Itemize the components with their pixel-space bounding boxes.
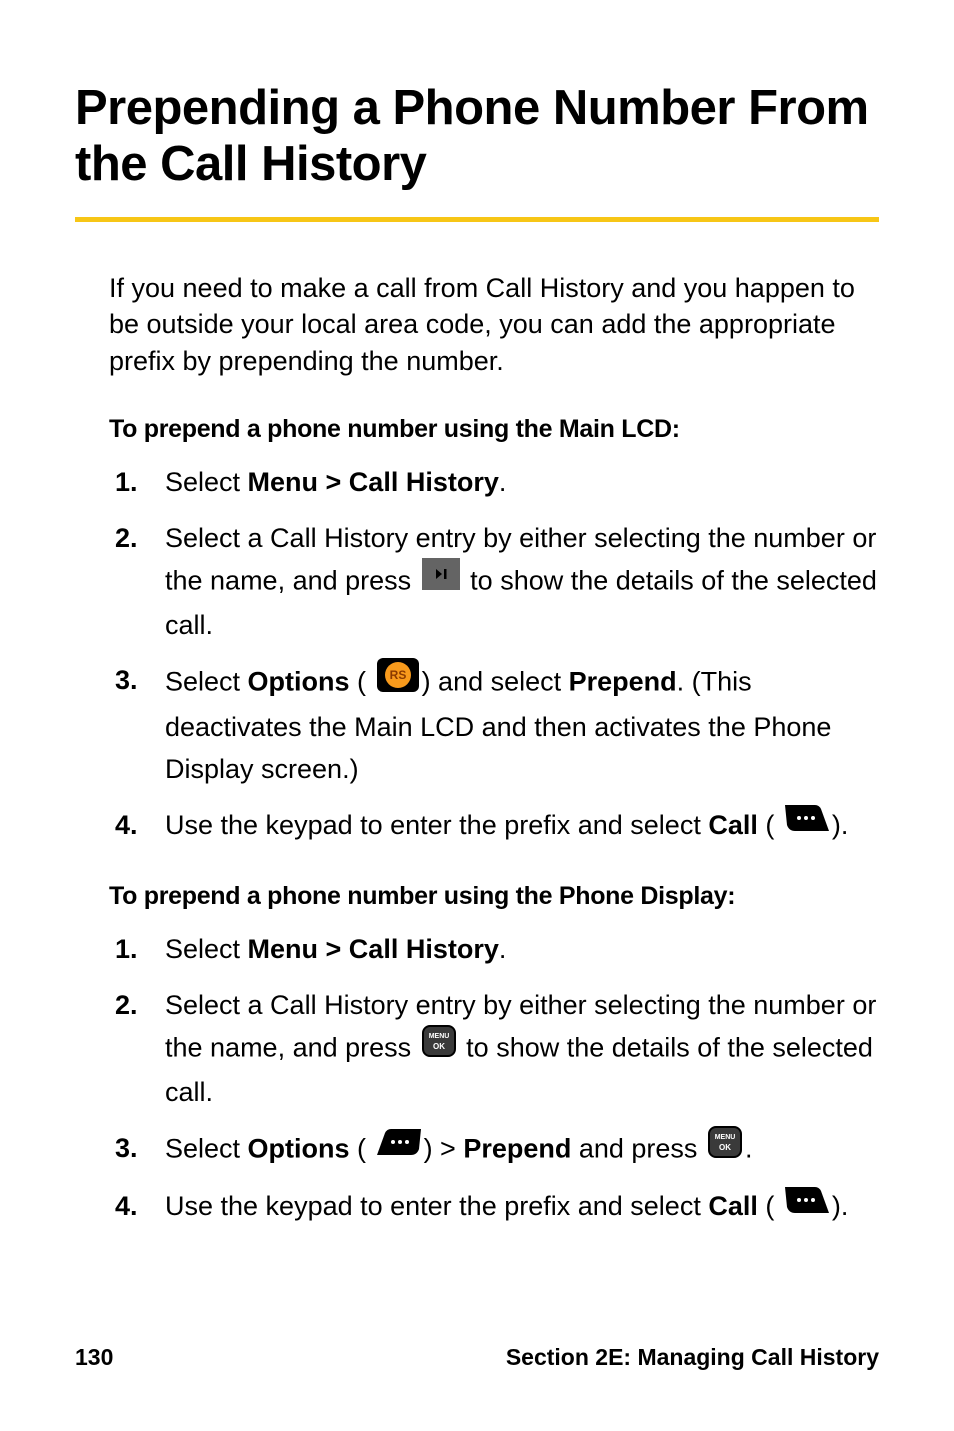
rs-softkey-icon: RS bbox=[377, 658, 419, 705]
footer-page-number: 130 bbox=[75, 1344, 113, 1371]
list-item: 1. Select Menu > Call History. bbox=[165, 929, 879, 971]
section2-heading: To prepend a phone number using the Phon… bbox=[75, 882, 879, 911]
list-item: 3. Select Options ( ) > Prepend and pres… bbox=[165, 1128, 879, 1173]
step-bold: Prepend bbox=[463, 1133, 571, 1163]
step-bold: Options bbox=[248, 667, 350, 697]
step-number: 4. bbox=[115, 1186, 138, 1228]
footer-section-label: Section 2E: Managing Call History bbox=[506, 1344, 879, 1371]
page-title: Prepending a Phone Number From the Call … bbox=[75, 80, 879, 193]
step-text: ) > bbox=[424, 1133, 464, 1163]
list-item: 3. Select Options ( RS ) and select Prep… bbox=[165, 660, 879, 791]
step-number: 2. bbox=[115, 518, 138, 560]
svg-text:MENU: MENU bbox=[428, 1033, 449, 1040]
svg-text:OK: OK bbox=[719, 1143, 731, 1152]
step-number: 4. bbox=[115, 805, 138, 847]
step-text: ). bbox=[832, 810, 849, 840]
menu-ok-icon: MENU OK bbox=[422, 1025, 456, 1070]
step-bold: Options bbox=[248, 1133, 350, 1163]
list-item: 4. Use the keypad to enter the prefix an… bbox=[165, 805, 879, 848]
step-text: and press bbox=[571, 1133, 705, 1163]
step-text: Select bbox=[165, 1133, 248, 1163]
page-footer: 130 Section 2E: Managing Call History bbox=[75, 1344, 879, 1371]
step-number: 3. bbox=[115, 1128, 138, 1170]
step-text: ( bbox=[350, 667, 367, 697]
step-text: ( bbox=[758, 1191, 775, 1221]
section1-heading: To prepend a phone number using the Main… bbox=[75, 415, 879, 444]
step-bold: Menu > Call History bbox=[248, 934, 499, 964]
step-text: . bbox=[499, 934, 507, 964]
play-pause-icon bbox=[422, 558, 460, 603]
intro-paragraph: If you need to make a call from Call His… bbox=[75, 270, 879, 379]
step-text: Use the keypad to enter the prefix and s… bbox=[165, 810, 708, 840]
step-text: . bbox=[745, 1133, 753, 1163]
step-number: 3. bbox=[115, 660, 138, 702]
svg-text:RS: RS bbox=[389, 668, 406, 682]
step-text: . bbox=[499, 467, 507, 497]
step-text: ( bbox=[758, 810, 775, 840]
step-text: Use the keypad to enter the prefix and s… bbox=[165, 1191, 708, 1221]
list-item: 1. Select Menu > Call History. bbox=[165, 462, 879, 504]
svg-text:OK: OK bbox=[433, 1042, 445, 1051]
list-item: 2. Select a Call History entry by either… bbox=[165, 518, 879, 647]
step-text: Select bbox=[165, 667, 248, 697]
left-softkey-icon bbox=[785, 1185, 829, 1228]
step-text: Select bbox=[165, 934, 248, 964]
step-number: 2. bbox=[115, 985, 138, 1027]
step-bold: Call bbox=[708, 1191, 758, 1221]
section2-steps: 1. Select Menu > Call History. 2. Select… bbox=[75, 929, 879, 1230]
step-number: 1. bbox=[115, 929, 138, 971]
step-bold: Menu > Call History bbox=[248, 467, 499, 497]
right-softkey-icon bbox=[377, 1127, 421, 1170]
left-softkey-icon bbox=[785, 803, 829, 846]
step-bold: Prepend bbox=[569, 667, 677, 697]
svg-text:MENU: MENU bbox=[715, 1134, 736, 1141]
menu-ok-icon: MENU OK bbox=[708, 1126, 742, 1171]
step-bold: Call bbox=[708, 810, 758, 840]
step-text: Select bbox=[165, 467, 248, 497]
step-text: ). bbox=[832, 1191, 849, 1221]
step-text: ( bbox=[350, 1133, 367, 1163]
step-number: 1. bbox=[115, 462, 138, 504]
list-item: 2. Select a Call History entry by either… bbox=[165, 985, 879, 1114]
step-text: ) and select bbox=[422, 667, 569, 697]
title-underline bbox=[75, 217, 879, 222]
section1-steps: 1. Select Menu > Call History. 2. Select… bbox=[75, 462, 879, 848]
list-item: 4. Use the keypad to enter the prefix an… bbox=[165, 1186, 879, 1229]
